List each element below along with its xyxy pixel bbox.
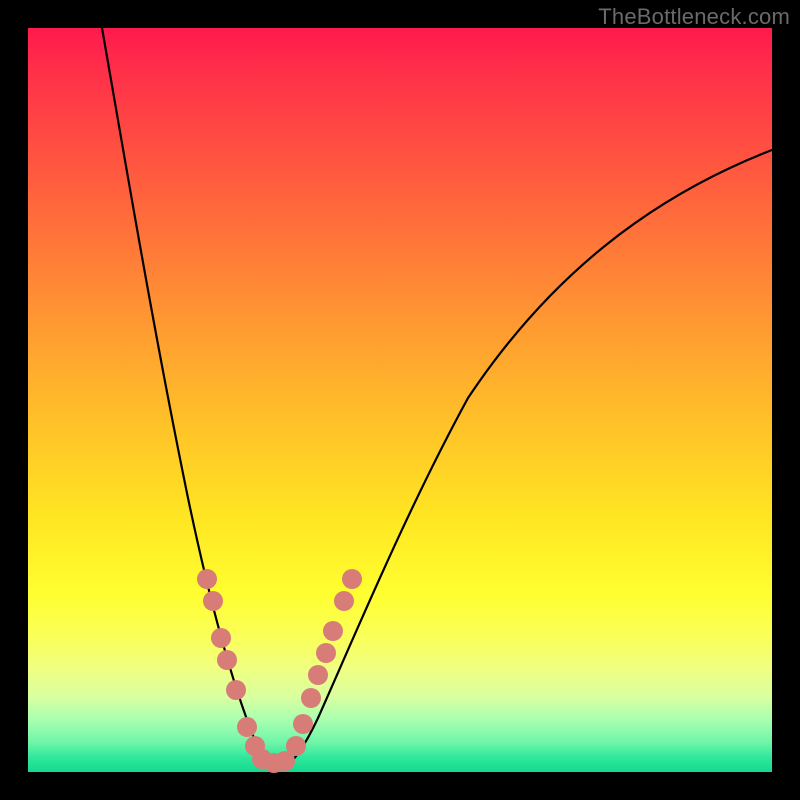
curve-right-branch [278, 150, 772, 769]
chart-svg [28, 28, 772, 772]
highlight-dots [197, 569, 362, 773]
outer-frame: TheBottleneck.com [0, 0, 800, 800]
curve-left-branch [102, 28, 278, 769]
watermark-text: TheBottleneck.com [598, 4, 790, 30]
